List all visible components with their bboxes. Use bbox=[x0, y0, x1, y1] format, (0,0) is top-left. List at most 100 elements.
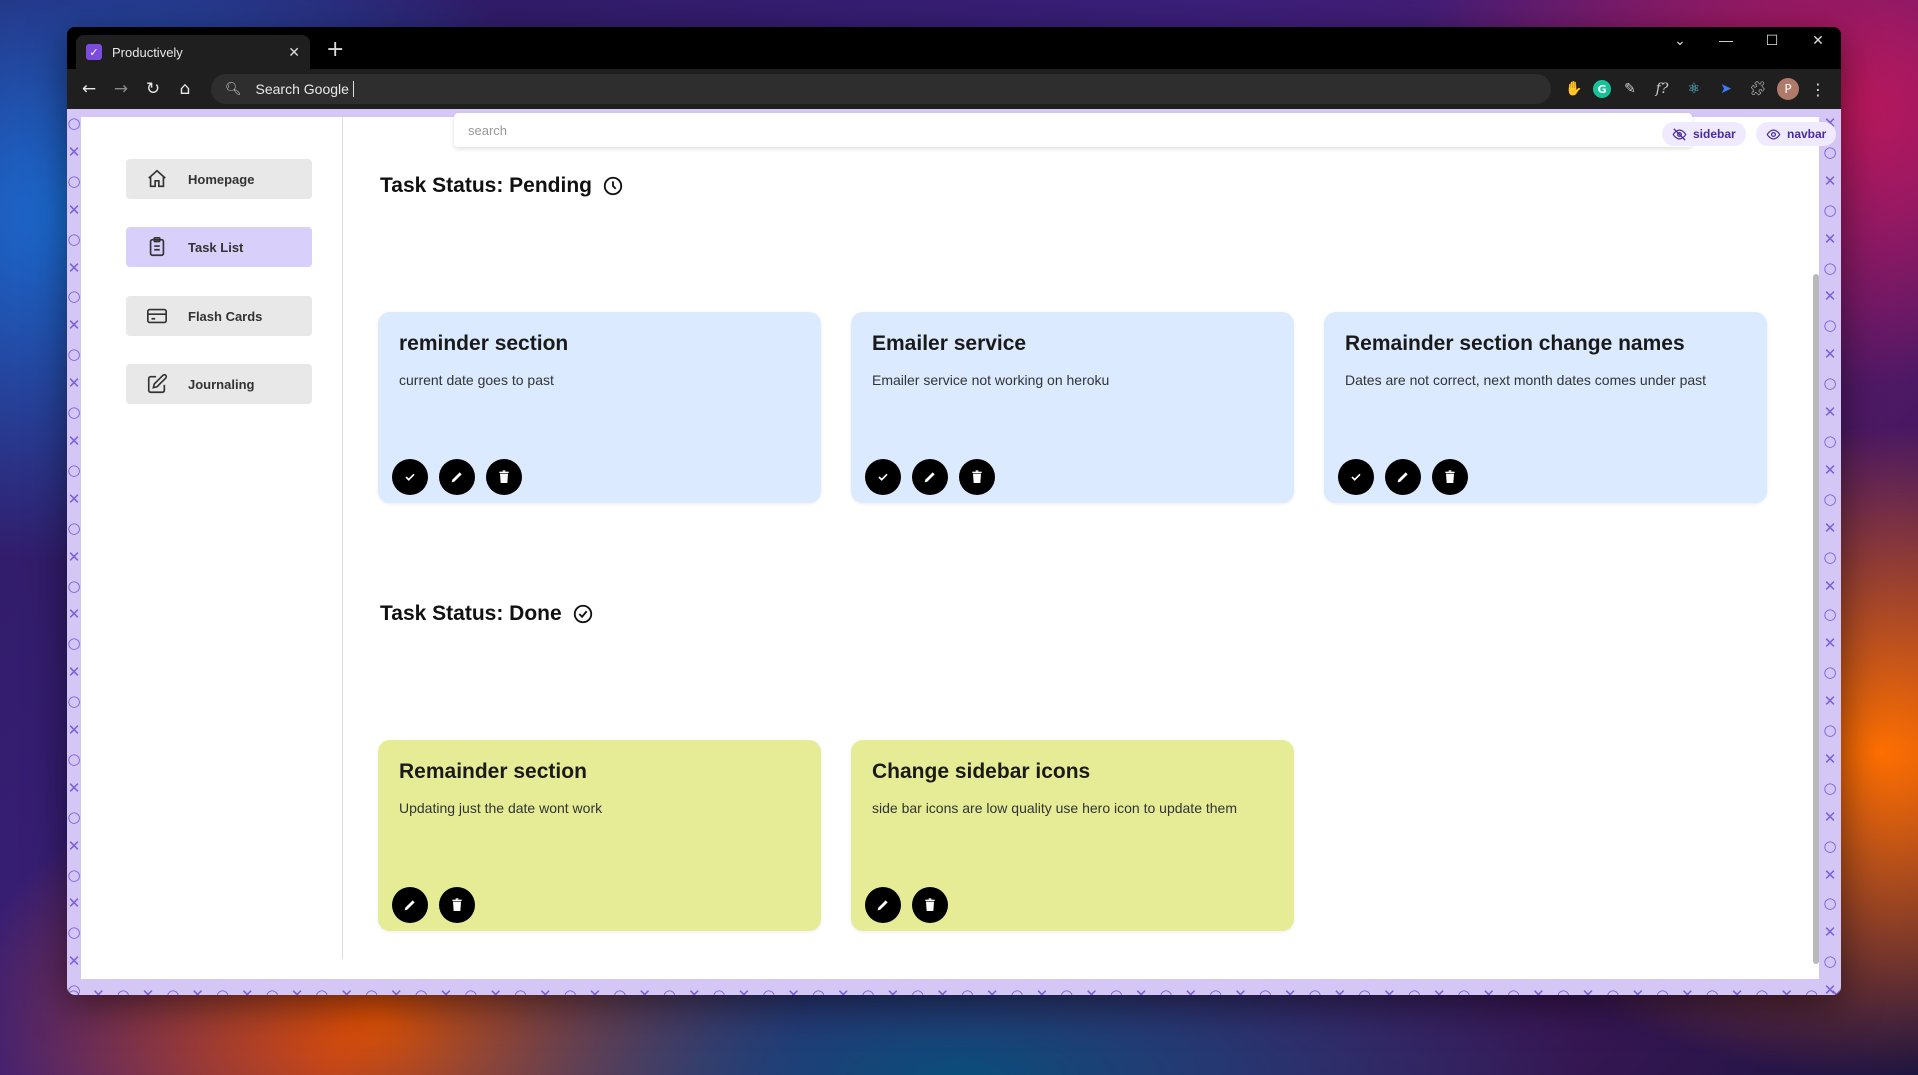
browser-tab[interactable]: ✓ Productively ✕ bbox=[76, 35, 310, 69]
task-card-description: current date goes to past bbox=[399, 372, 554, 388]
pencil-icon bbox=[404, 900, 415, 911]
tab-title: Productively bbox=[112, 44, 183, 60]
sidebar-item-flash-cards[interactable]: Flash Cards bbox=[126, 296, 312, 336]
delete-task-button[interactable] bbox=[1432, 459, 1468, 495]
new-tab-button[interactable]: + bbox=[326, 37, 344, 62]
delete-task-button[interactable] bbox=[439, 887, 475, 923]
maximize-button[interactable]: ☐ bbox=[1749, 27, 1795, 53]
trash-icon bbox=[925, 898, 935, 911]
search-input[interactable] bbox=[454, 113, 1692, 147]
grammarly-extension-icon[interactable]: G bbox=[1593, 80, 1611, 98]
navbar-toggle-button[interactable]: navbar bbox=[1756, 122, 1837, 146]
task-card-actions bbox=[392, 887, 475, 923]
trash-icon bbox=[452, 898, 462, 911]
sidebar-item-task-list[interactable]: Task List bbox=[126, 227, 312, 267]
task-card: Change sidebar icons side bar icons are … bbox=[851, 740, 1294, 931]
sidebar-item-label: Flash Cards bbox=[188, 308, 263, 324]
back-arrow-icon[interactable]: ← bbox=[73, 73, 105, 105]
task-card-description: Updating just the date wont work bbox=[399, 800, 603, 816]
delete-task-button[interactable] bbox=[912, 887, 948, 923]
edit-task-button[interactable] bbox=[439, 459, 475, 495]
sidebar-toggle-button[interactable]: sidebar bbox=[1662, 122, 1746, 146]
mark-done-button[interactable] bbox=[1338, 459, 1374, 495]
sidebar-item-label: Homepage bbox=[188, 171, 255, 187]
sidebar-item-journaling[interactable]: Journaling bbox=[126, 364, 312, 404]
edit-task-button[interactable] bbox=[865, 887, 901, 923]
browser-window: ✓ Productively ✕ + ⌄ — ☐ ✕ ← → ↻ ⌂ 🔍︎ Se… bbox=[67, 27, 1841, 995]
credit-card-icon bbox=[147, 308, 167, 324]
task-card-actions bbox=[1338, 459, 1468, 495]
profile-avatar[interactable]: P bbox=[1777, 78, 1799, 100]
pencil-square-icon bbox=[147, 373, 168, 394]
task-card-actions bbox=[865, 887, 948, 923]
task-card-title: Remainder section change names bbox=[1345, 332, 1685, 355]
window-controls: ⌄ — ☐ ✕ bbox=[1657, 27, 1841, 53]
sidebar-item-label: Task List bbox=[188, 239, 244, 255]
edit-task-button[interactable] bbox=[1385, 459, 1421, 495]
task-card-title: Emailer service bbox=[872, 332, 1027, 355]
check-circle-icon bbox=[573, 604, 592, 624]
text-caret bbox=[352, 81, 354, 97]
page-scrollbar[interactable] bbox=[1813, 274, 1819, 964]
app-page: Homepage Task List Flash Cards Journalin… bbox=[81, 113, 1837, 979]
task-card-title: Change sidebar icons bbox=[872, 760, 1091, 783]
navbar-toggle-label: navbar bbox=[1787, 127, 1827, 141]
task-card: reminder section current date goes to pa… bbox=[378, 312, 821, 503]
task-card-title: reminder section bbox=[399, 332, 569, 355]
background-pattern-bottom: ○✕○✕○✕○✕○✕○✕○✕○✕○✕○✕○✕○✕○✕○✕○✕○✕○✕○✕○✕○✕… bbox=[67, 986, 1841, 995]
task-card-description: Emailer service not working on heroku bbox=[872, 372, 1110, 388]
pending-section-label: Task Status: Pending bbox=[380, 174, 592, 197]
check-icon bbox=[1351, 473, 1361, 481]
check-favicon-icon: ✓ bbox=[86, 44, 102, 60]
puzzle-extensions-icon[interactable]: 🧩︎ bbox=[1745, 76, 1771, 102]
sidebar: Homepage Task List Flash Cards Journalin… bbox=[81, 117, 343, 959]
pencil-icon bbox=[451, 472, 462, 483]
kebab-menu-icon[interactable]: ⋮ bbox=[1805, 76, 1831, 102]
clipboard-icon bbox=[149, 237, 165, 257]
task-card-actions bbox=[865, 459, 995, 495]
address-bar-text: Search Google bbox=[255, 81, 349, 97]
mark-done-button[interactable] bbox=[865, 459, 901, 495]
minimize-button[interactable]: — bbox=[1703, 27, 1749, 53]
adblock-extension-icon[interactable]: ✋ bbox=[1561, 76, 1587, 102]
page-viewport: ○✕○✕○✕○✕○✕○✕○✕○✕○✕○✕○✕○✕○✕○✕○✕○ ✕○✕○✕○✕○… bbox=[67, 109, 1841, 995]
tab-close-icon[interactable]: ✕ bbox=[288, 44, 300, 61]
font-extension-icon[interactable]: f? bbox=[1649, 76, 1675, 102]
react-devtools-icon[interactable]: ⚛ bbox=[1681, 76, 1707, 102]
background-pattern-left: ○ ✕ ○ ✕ ○ ✕ ○ ✕ ○ ✕ ○ ✕ ○ ✕ ○ ✕ ○ ✕ ○ ✕ ○ ✕ ○ ✕ ○ ✕ ○ ✕ ○ ✕ ○ bbox=[67, 114, 81, 995]
sidebar-item-homepage[interactable]: Homepage bbox=[126, 159, 312, 199]
pencil-icon bbox=[877, 900, 888, 911]
background-pattern-right: ✕○✕○✕○✕○✕○✕○✕○✕○✕○✕○✕○✕○✕○✕○✕○✕ bbox=[1823, 114, 1837, 995]
color-picker-extension-icon[interactable]: ✎ bbox=[1617, 76, 1643, 102]
done-section-label: Task Status: Done bbox=[380, 602, 562, 625]
task-card: Remainder section change names Dates are… bbox=[1324, 312, 1767, 503]
arrow-extension-icon[interactable]: ➤ bbox=[1713, 76, 1739, 102]
extensions-area: ✋ G ✎ f? ⚛ ➤ 🧩︎ P ⋮ bbox=[1561, 76, 1835, 102]
reload-icon[interactable]: ↻ bbox=[137, 73, 169, 105]
delete-task-button[interactable] bbox=[959, 459, 995, 495]
pending-section-title: Task Status: Pending bbox=[380, 174, 624, 198]
trash-icon bbox=[972, 470, 982, 483]
address-bar[interactable]: 🔍︎ Search Google bbox=[211, 74, 1551, 104]
delete-task-button[interactable] bbox=[486, 459, 522, 495]
pencil-icon bbox=[924, 472, 935, 483]
eye-icon bbox=[1766, 128, 1781, 140]
done-section-title: Task Status: Done bbox=[380, 602, 594, 626]
task-card-description: side bar icons are low quality use hero … bbox=[872, 800, 1237, 816]
task-card: Emailer service Emailer service not work… bbox=[851, 312, 1294, 503]
trash-icon bbox=[499, 470, 509, 483]
close-window-button[interactable]: ✕ bbox=[1795, 27, 1841, 53]
pencil-icon bbox=[1397, 472, 1408, 483]
mark-done-button[interactable] bbox=[392, 459, 428, 495]
edit-task-button[interactable] bbox=[912, 459, 948, 495]
clock-icon bbox=[603, 176, 623, 196]
tab-bar: ✓ Productively ✕ + ⌄ — ☐ ✕ bbox=[67, 27, 1841, 69]
home-browser-icon[interactable]: ⌂ bbox=[169, 73, 201, 105]
sidebar-item-label: Journaling bbox=[188, 376, 255, 392]
edit-task-button[interactable] bbox=[392, 887, 428, 923]
tab-search-button[interactable]: ⌄ bbox=[1657, 27, 1703, 53]
task-card-actions bbox=[392, 459, 522, 495]
eye-slash-icon bbox=[1672, 127, 1687, 141]
search-icon: 🔍︎ bbox=[225, 81, 242, 96]
forward-arrow-icon[interactable]: → bbox=[105, 73, 137, 105]
